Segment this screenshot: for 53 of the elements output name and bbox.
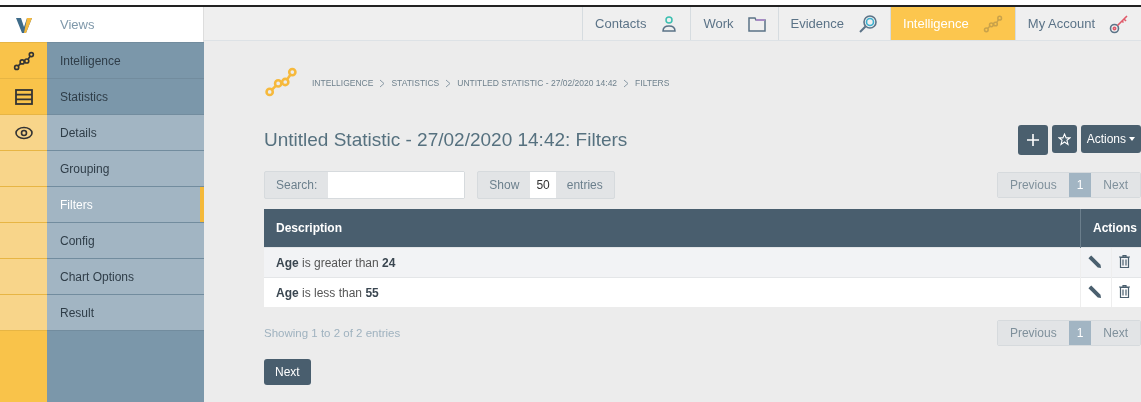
icon-tile [0, 223, 47, 258]
page-length-select[interactable]: Show 50 entries [477, 171, 615, 199]
trash-icon[interactable] [1118, 254, 1130, 268]
breadcrumb-link[interactable]: FILTERS [635, 78, 670, 88]
caret-icon [1129, 137, 1135, 141]
favorite-button[interactable] [1051, 125, 1077, 153]
search-icon [858, 13, 878, 34]
icon-tile [0, 295, 47, 330]
icon-tile [0, 187, 47, 222]
table-info: Showing 1 to 2 of 2 entries [264, 327, 401, 339]
page-button[interactable]: Next [1091, 173, 1140, 197]
star-icon [1057, 132, 1071, 146]
eye-icon [14, 125, 33, 140]
chevron-icon [623, 78, 630, 88]
chevron-icon [445, 78, 452, 88]
key-icon [1109, 13, 1129, 34]
pencil-icon[interactable] [1088, 254, 1101, 268]
chevron-icon [379, 78, 386, 88]
line-chart-icon [982, 13, 1003, 34]
breadcrumb-link[interactable]: INTELLIGENCE [312, 78, 374, 88]
sidebar-header: Views [47, 7, 204, 42]
line-chart-icon [12, 49, 35, 72]
page-button[interactable]: 1 [1068, 173, 1092, 197]
pencil-icon[interactable] [1088, 284, 1101, 298]
actions-button[interactable]: Actions [1080, 125, 1141, 153]
filter-description: Age is greater than 24 [264, 247, 1081, 278]
next-button[interactable]: Next [264, 359, 311, 385]
sidebar-item[interactable]: Config [47, 223, 204, 258]
breadcrumb-link[interactable]: STATISTICS [391, 78, 440, 88]
logo-icon [14, 15, 33, 34]
column-header: Description [264, 209, 1081, 248]
folder-icon [747, 15, 766, 32]
person-icon [660, 14, 679, 33]
line-chart-icon [264, 65, 298, 99]
trash-icon[interactable] [1118, 284, 1130, 298]
sidebar-item[interactable]: Details [47, 115, 204, 150]
breadcrumb-link[interactable]: UNTITLED STATISTIC - 27/02/2020 14:42 [457, 78, 618, 88]
page-button[interactable]: Previous [997, 321, 1069, 345]
icon-tile [0, 259, 47, 294]
page-title: Untitled Statistic - 27/02/2020 14:42: Filters [264, 129, 628, 151]
list-icon [14, 88, 33, 105]
filter-description: Age is less than 55 [264, 277, 1081, 307]
sidebar-item[interactable]: Filters [47, 187, 204, 222]
column-header: Actions [1080, 209, 1141, 248]
page-button[interactable]: Previous [997, 173, 1069, 197]
plus-icon [1026, 134, 1039, 146]
sidebar-item[interactable]: Result [47, 295, 204, 330]
search-field[interactable]: Search: [264, 171, 466, 199]
page-button[interactable]: 1 [1068, 321, 1092, 345]
sidebar-item[interactable]: Grouping [47, 151, 204, 186]
page-button[interactable]: Next [1091, 321, 1140, 345]
sidebar-item[interactable]: Chart Options [47, 259, 204, 294]
add-button[interactable] [1017, 125, 1048, 155]
